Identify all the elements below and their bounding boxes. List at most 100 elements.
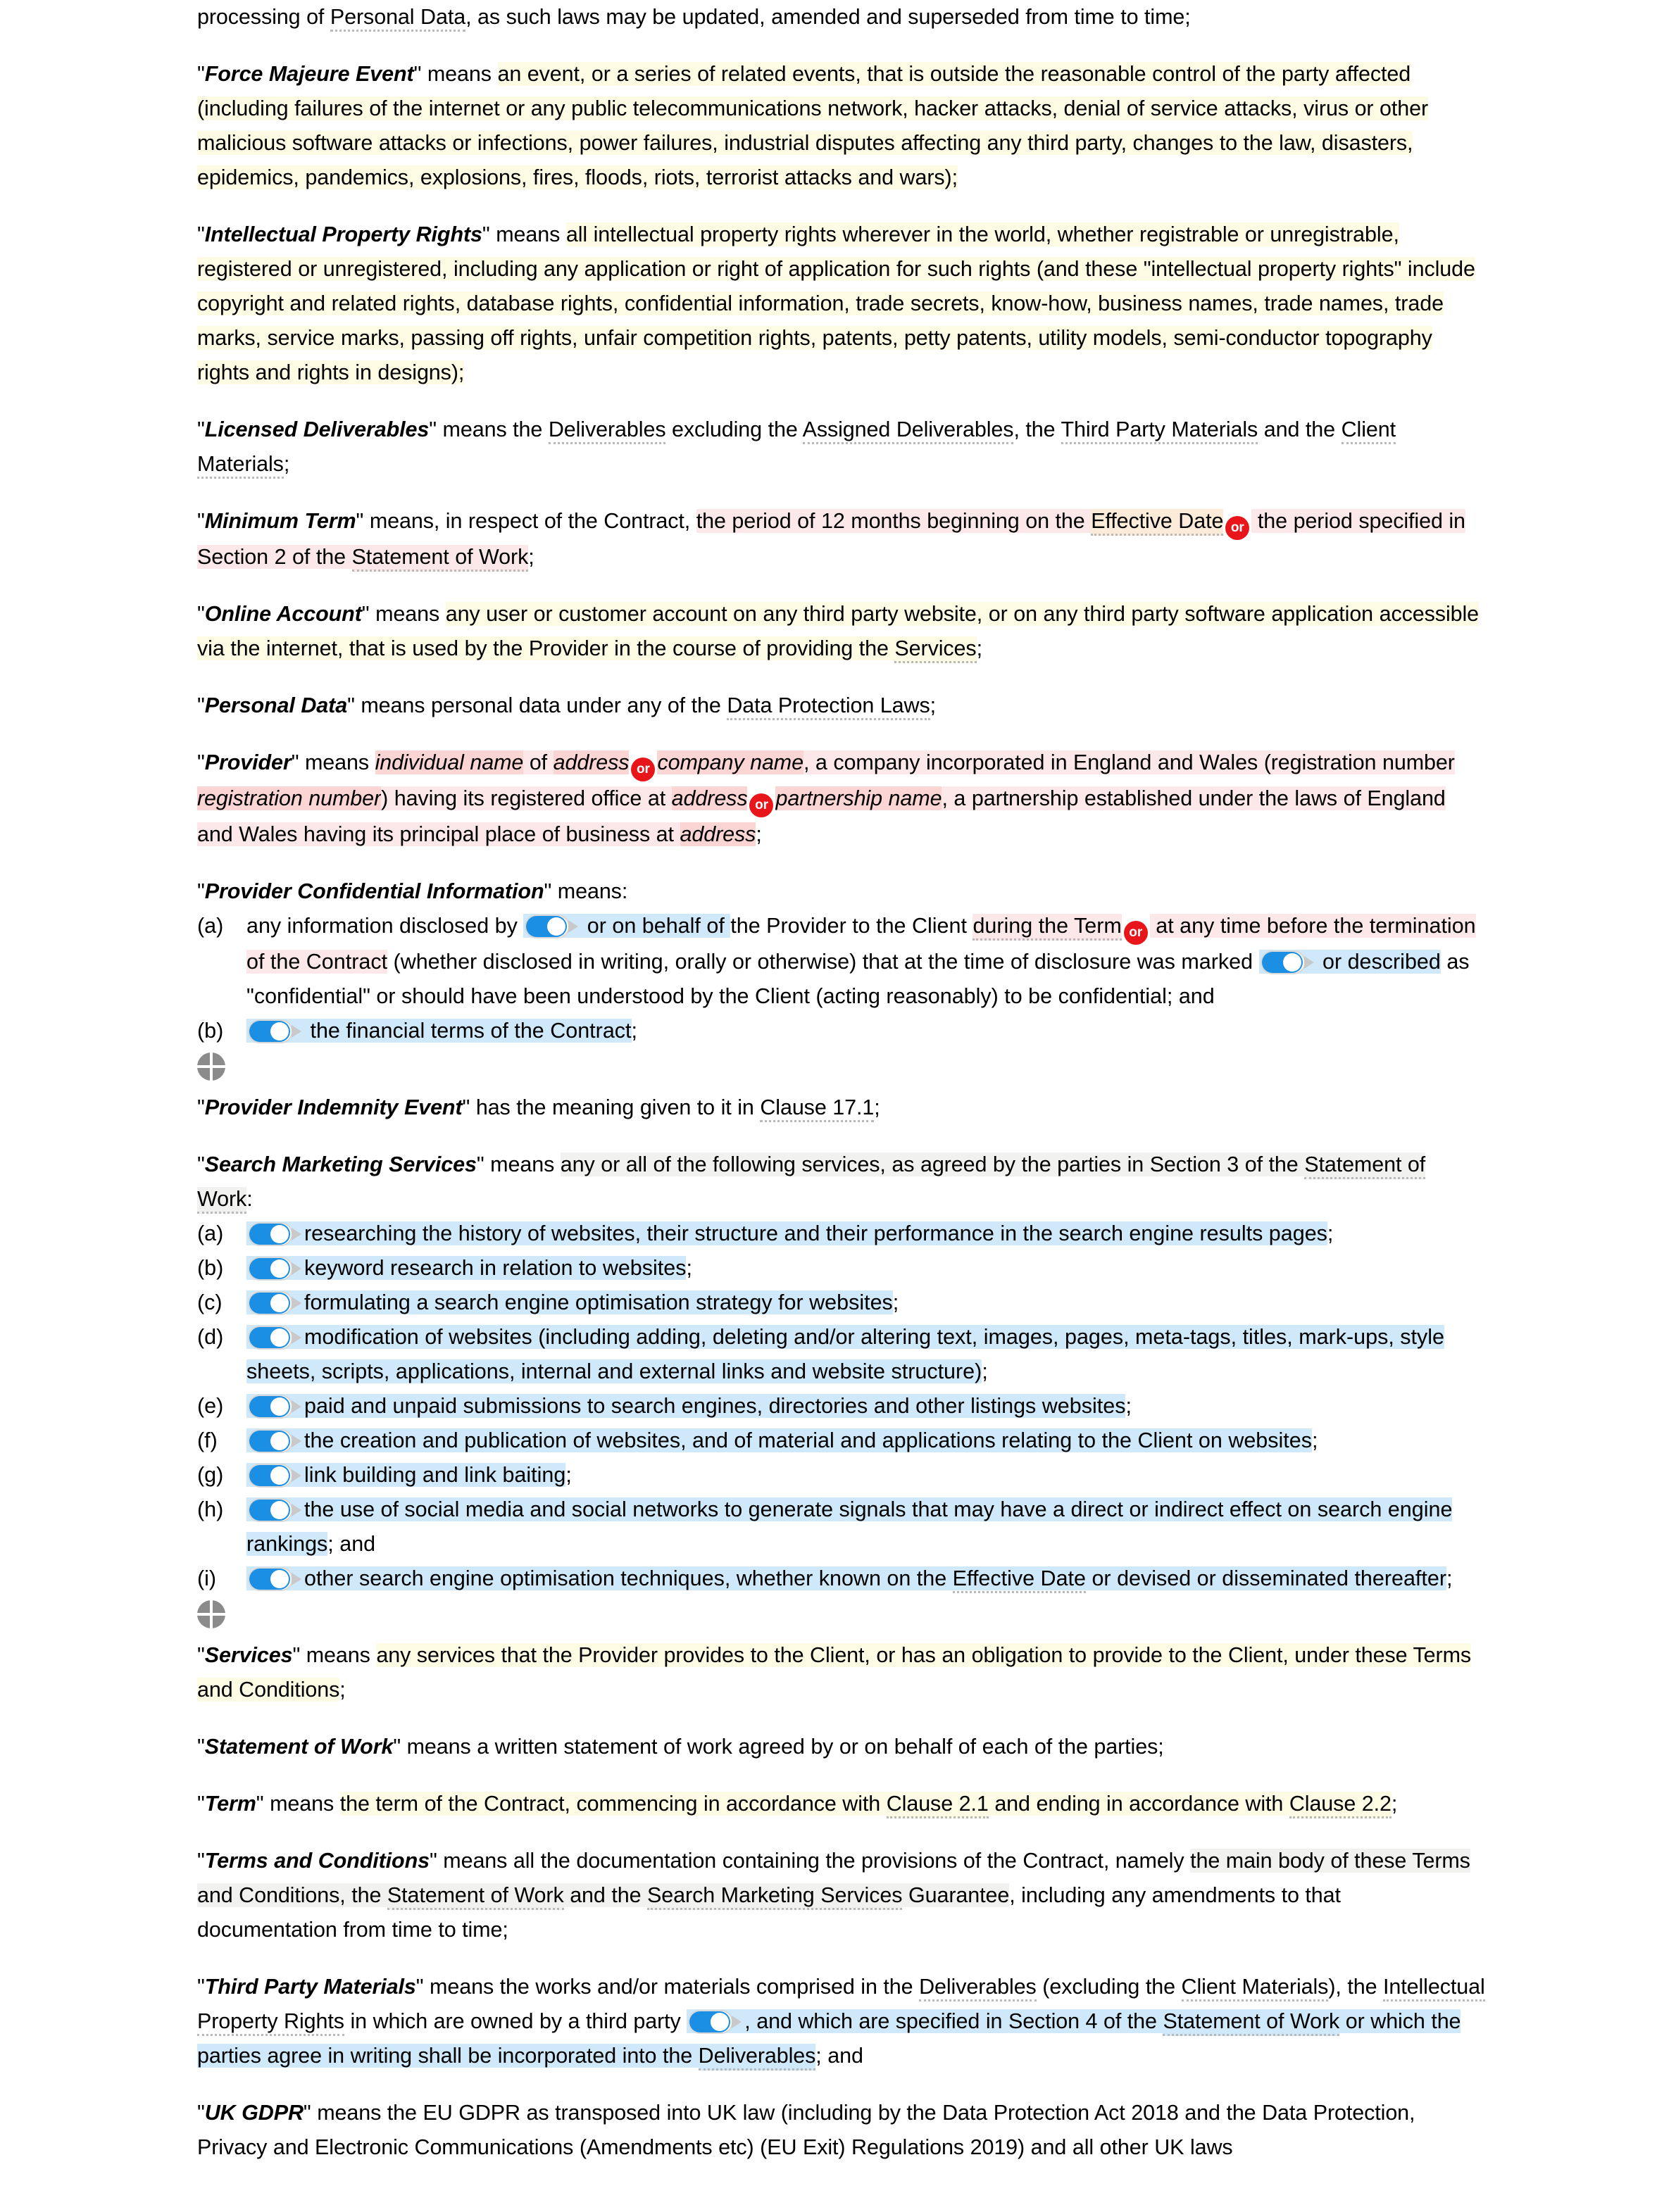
text-fragment: and the [1258,417,1342,441]
optional-service-item[interactable]: formulating a search engine optimisation… [246,1290,893,1315]
or-badge-icon[interactable]: or [749,793,774,817]
defined-term-statement-of-work[interactable]: Statement of Work [1163,2009,1339,2036]
text-fragment: " means [292,1643,377,1667]
placeholder-individual-name[interactable]: individual name [375,750,523,774]
list-marker: (b) [197,1019,224,1043]
move-handle-icon[interactable] [197,1052,225,1081]
optional-service-item[interactable]: paid and unpaid submissions to search en… [246,1394,1126,1419]
defined-term-deliverables[interactable]: Deliverables [698,2044,815,2070]
highlighted-clause-body[interactable]: the term of the Contract, commencing in … [339,1792,887,1816]
or-badge-icon[interactable]: or [1123,921,1148,945]
toggle-switch-icon[interactable] [248,1395,303,1419]
defined-term-effective-date[interactable]: Effective Date [952,1566,1086,1593]
option-during-term[interactable]: during the Term [973,914,1122,941]
move-handle-icon[interactable] [197,1600,225,1628]
definition-terms-and-conditions: "Terms and Conditions" means all the doc… [197,1849,1470,1942]
optional-service-item[interactable]: link building and link baiting [246,1463,566,1488]
list-item: (i) other search engine optimisation tec… [197,1561,1486,1596]
term-label: Services [204,1643,293,1667]
term-label: UK GDPR [204,2101,304,2125]
placeholder-partnership-name[interactable]: partnership name [775,786,942,810]
highlighted-clause-body[interactable]: any services that the Provider provides … [197,1643,1471,1702]
text-fragment: " means a written statement of work agre… [393,1735,1164,1759]
defined-term-third-party-materials[interactable]: Third Party Materials [1061,417,1258,444]
contract-definitions-page: processing of Personal Data, as such law… [0,0,1676,2212]
defined-term-client-materials[interactable]: Client Materials [1181,1975,1328,2002]
placeholder-company-name[interactable]: company name [657,750,803,774]
text-fragment: ; and [327,1532,376,1556]
defined-term-deliverables[interactable]: Deliverables [919,1975,1037,2002]
optional-service-item[interactable]: keyword research in relation to websites [246,1256,687,1281]
defined-term-clause-2-2[interactable]: Clause 2.2 [1289,1792,1392,1818]
placeholder-address[interactable]: address [553,750,630,774]
highlighted-clause-body[interactable]: all intellectual property rights whereve… [197,222,1475,384]
text-fragment: " means [291,750,375,774]
definition-provider-indemnity-event: "Provider Indemnity Event" has the meani… [197,1091,1486,1125]
highlighted-clause-body[interactable]: and the [563,1883,648,1907]
toggle-switch-icon[interactable] [1260,950,1315,974]
defined-term-assigned-deliverables[interactable]: Assigned Deliverables [802,417,1014,444]
list-item: (d) modification of websites (including … [197,1320,1486,1389]
or-badge-icon[interactable]: or [631,758,656,781]
text-fragment: " means [361,602,446,626]
toggle-switch-icon[interactable] [248,1019,303,1043]
optional-service-item[interactable]: researching the history of websites, the… [246,1221,1327,1246]
defined-term-clause-17-1[interactable]: Clause 17.1 [760,1095,874,1122]
optional-service-item[interactable]: the creation and publication of websites… [246,1428,1312,1453]
optional-clause-segment[interactable]: or described [1258,950,1441,974]
toggle-switch-icon[interactable] [248,1291,303,1315]
toggle-switch-icon[interactable] [688,2010,743,2034]
text-fragment: , a company incorporated in England and … [803,750,1455,774]
text-fragment: " means [256,1792,340,1816]
toggle-switch-icon[interactable] [248,1326,303,1350]
text-fragment: ; [874,1095,880,1119]
toggle-label: the financial terms of the Contract [304,1019,632,1043]
toggle-switch-icon[interactable] [248,1567,303,1591]
optional-service-item[interactable]: the use of social media and social netwo… [246,1497,1453,1556]
optional-service-item[interactable]: modification of websites (including addi… [246,1325,1445,1383]
highlighted-clause-body[interactable]: Guarantee [902,1883,1009,1907]
toggle-switch-icon[interactable] [248,1498,303,1522]
list-marker: (a) [197,1221,224,1245]
optional-clause-segment[interactable]: or on behalf of [523,914,731,938]
text-fragment: " means, in respect of the Contract, [356,509,696,533]
defined-term-deliverables[interactable]: Deliverables [548,417,666,444]
defined-term-statement-of-work[interactable]: Statement of Work [351,545,528,572]
term-label: Provider Confidential Information [204,879,544,903]
list-item: (c) formulating a search engine optimisa… [197,1286,1486,1320]
optional-clause-segment[interactable]: , and which are specified in Section 4 o… [687,2009,1163,2034]
defined-term-personal-data[interactable]: Personal Data [330,5,465,32]
toggle-switch-icon[interactable] [525,915,580,938]
defined-term-data-protection-laws[interactable]: Data Protection Laws [727,693,930,720]
defined-term-effective-date[interactable]: Effective Date [1091,509,1223,536]
term-label: Provider [204,750,292,774]
defined-term-statement-of-work[interactable]: Statement of Work [387,1883,564,1910]
defined-term-services[interactable]: Services [894,636,977,663]
text-fragment: ; [631,1019,637,1043]
option-a-text[interactable]: the period of 12 months beginning on the [696,509,1092,533]
defined-term-clause-2-1[interactable]: Clause 2.1 [886,1792,989,1818]
text-fragment: ) having its registered office at [381,786,672,810]
placeholder-address-principal-place[interactable]: address [680,822,756,846]
list-item: (b) the financial terms of the Contract; [197,1014,1486,1048]
service-text: keyword research in relation to websites [304,1256,687,1280]
definition-provider-confidential-information: "Provider Confidential Information" mean… [197,879,628,903]
toggle-switch-icon[interactable] [248,1257,303,1281]
service-text: modification of websites (including addi… [246,1325,1445,1383]
placeholder-address-registered-office[interactable]: address [671,786,748,810]
placeholder-registration-number[interactable]: registration number [197,786,381,810]
or-badge-icon[interactable]: or [1225,516,1250,540]
service-text: researching the history of websites, the… [304,1221,1327,1245]
text-fragment: ; [686,1256,692,1280]
toggle-switch-icon[interactable] [248,1429,303,1453]
optional-clause-segment[interactable]: the financial terms of the Contract [246,1019,632,1043]
definition-provider: "Provider" means individual name of addr… [197,750,1455,846]
paragraph-continuation: processing of Personal Data, as such law… [197,0,1486,34]
defined-term-search-marketing-services[interactable]: Search Marketing Services [647,1883,903,1910]
toggle-switch-icon[interactable] [248,1222,303,1246]
term-label: Personal Data [204,693,348,717]
toggle-switch-icon[interactable] [248,1464,303,1488]
highlighted-clause-body[interactable]: and ending in accordance with [988,1792,1289,1816]
optional-service-item[interactable]: other search engine optimisation techniq… [246,1566,1446,1593]
highlighted-clause-body[interactable]: any or all of the following services, as… [560,1152,1305,1176]
